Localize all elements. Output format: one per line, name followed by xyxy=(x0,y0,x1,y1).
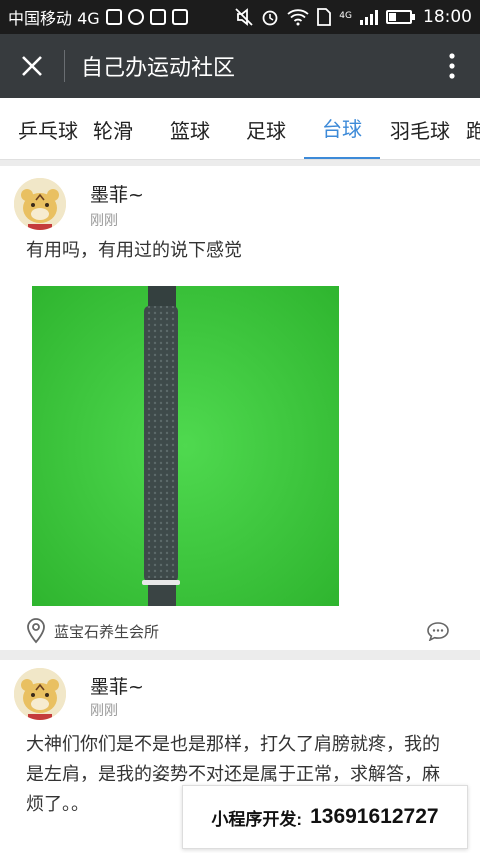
network-type-label: 4G xyxy=(339,11,352,21)
image-icon xyxy=(105,9,122,25)
avatar[interactable] xyxy=(14,178,66,230)
cue-grip-image xyxy=(32,286,339,606)
tab-pingpong[interactable]: 乒乓球 xyxy=(0,98,78,159)
post-image[interactable] xyxy=(32,286,339,606)
post-time: 刚刚 xyxy=(90,703,118,719)
battery-icon xyxy=(386,10,415,24)
title-bar: 自己办运动社区 xyxy=(0,34,480,98)
title-divider xyxy=(64,50,65,82)
tiger-avatar-icon xyxy=(14,668,66,720)
author-name[interactable]: 墨菲~ xyxy=(90,180,144,207)
promo-watermark: 小程序开发: 13691612727 xyxy=(182,785,468,849)
tiger-avatar-icon xyxy=(14,178,66,230)
more-vertical-icon xyxy=(449,53,455,79)
alarm-icon xyxy=(262,10,278,26)
close-icon xyxy=(22,56,42,76)
post-card[interactable]: 墨菲~ 刚刚 有用吗，有用过的说下感觉 蓝宝石养生会所 xyxy=(0,166,480,650)
author-name[interactable]: 墨菲~ xyxy=(90,672,144,699)
comment-icon xyxy=(427,622,449,642)
sim-icon xyxy=(317,8,332,26)
page-title: 自己办运动社区 xyxy=(81,56,236,81)
comment-button[interactable] xyxy=(426,621,450,645)
category-tabs: 乒乓球 轮滑 篮球 足球 台球 羽毛球 跑 xyxy=(0,98,480,160)
more-button[interactable] xyxy=(424,34,480,98)
download-icon xyxy=(171,9,188,25)
tab-basketball[interactable]: 篮球 xyxy=(157,98,223,159)
close-button[interactable] xyxy=(0,34,64,98)
signal-icon xyxy=(360,9,378,25)
promo-label: 小程序开发: xyxy=(211,809,303,829)
post-text: 有用吗，有用过的说下感觉 xyxy=(26,240,242,261)
clock: 18:00 xyxy=(423,7,472,27)
tab-running[interactable]: 跑 xyxy=(466,98,480,159)
tab-football[interactable]: 足球 xyxy=(233,98,299,159)
tab-billiards[interactable]: 台球 xyxy=(304,98,380,159)
wifi-icon xyxy=(287,9,309,26)
promo-phone: 13691612727 xyxy=(310,805,439,828)
mute-icon xyxy=(235,8,253,26)
location[interactable]: 蓝宝石养生会所 xyxy=(26,618,159,644)
avatar[interactable] xyxy=(14,668,66,720)
carrier-label: 中国移动 4G xyxy=(8,9,100,28)
status-bar: 中国移动 4G 4G 18:00 xyxy=(0,0,480,34)
location-pin-icon xyxy=(27,618,45,644)
tab-skating[interactable]: 轮滑 xyxy=(80,98,146,159)
post-time: 刚刚 xyxy=(90,213,118,229)
app-notification-icon-2 xyxy=(149,9,166,25)
tab-badminton[interactable]: 羽毛球 xyxy=(383,98,457,159)
location-label: 蓝宝石养生会所 xyxy=(54,622,160,641)
app-notification-icon xyxy=(127,9,144,25)
